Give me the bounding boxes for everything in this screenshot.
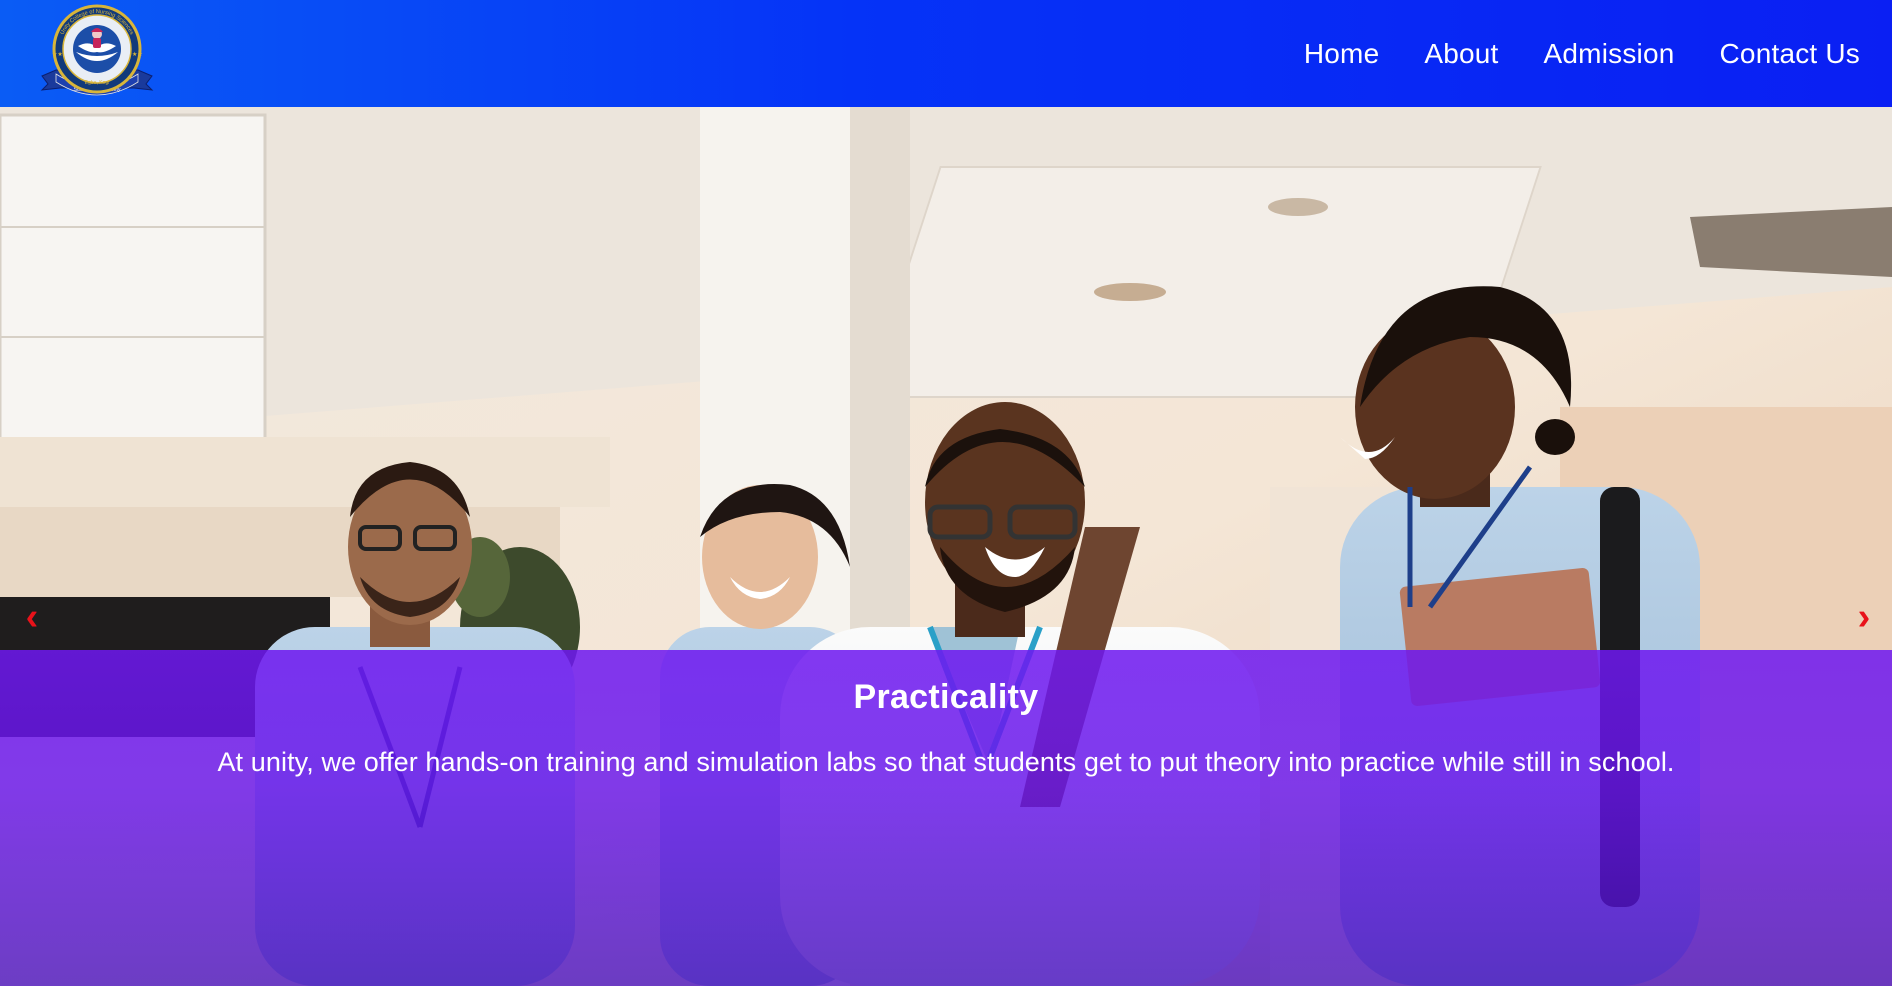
nav-about[interactable]: About	[1424, 38, 1498, 70]
nav-home[interactable]: Home	[1304, 38, 1380, 70]
navbar: Science is Humanity Unity College of Nur…	[0, 0, 1892, 107]
college-logo: Science is Humanity Unity College of Nur…	[40, 4, 154, 95]
main-nav: Home About Admission Contact Us	[1304, 38, 1860, 70]
chevron-right-icon[interactable]: ›	[1844, 587, 1884, 647]
slide-description: At unity, we offer hands-on training and…	[217, 747, 1675, 777]
chevron-left-icon[interactable]: ‹	[12, 587, 52, 647]
nav-admission[interactable]: Admission	[1544, 38, 1675, 70]
nav-contact-us[interactable]: Contact Us	[1720, 38, 1861, 70]
slide-caption: Practicality At unity, we offer hands-on…	[0, 650, 1892, 986]
page: Science is Humanity Unity College of Nur…	[0, 0, 1892, 986]
slide-title: Practicality	[853, 678, 1039, 716]
svg-text:★★: ★★	[52, 51, 63, 58]
hero-carousel: ‹ › Practicality At unity, we offer hand…	[0, 107, 1892, 986]
svg-text:★★: ★★	[132, 51, 143, 58]
logo-link[interactable]: Science is Humanity Unity College of Nur…	[38, 4, 156, 104]
svg-text:Egbe, Kogi: Egbe, Kogi	[85, 80, 109, 86]
